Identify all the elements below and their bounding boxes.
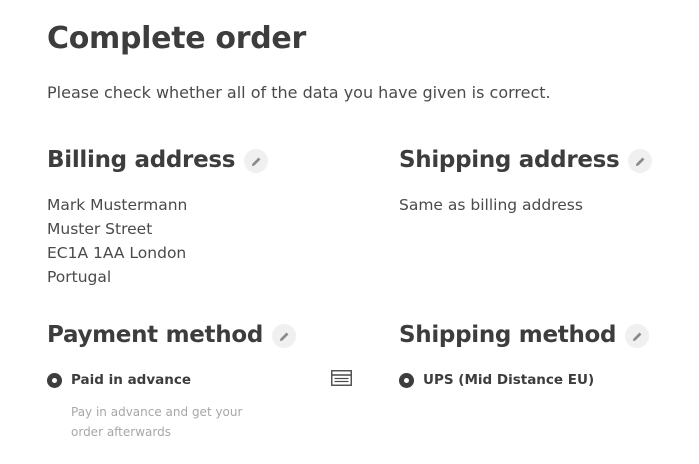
shipping-method-label: UPS (Mid Distance EU) xyxy=(423,372,595,388)
payment-radio[interactable] xyxy=(47,372,62,388)
shipping-method-option[interactable]: UPS (Mid Distance EU) xyxy=(399,372,649,388)
page-subtitle: Please check whether all of the data you… xyxy=(47,83,551,102)
edit-shipping-address-button[interactable] xyxy=(628,149,653,173)
billing-address-lines: Mark Mustermann Muster Street EC1A 1AA L… xyxy=(47,193,268,289)
page-title: Complete order xyxy=(47,21,306,56)
shipping-radio[interactable] xyxy=(399,372,414,388)
payment-method-section: Payment method Paid in advance Pay in ad… xyxy=(47,321,296,442)
shipping-address-same: Same as billing address xyxy=(399,196,583,214)
payment-method-label: Paid in advance xyxy=(71,372,192,388)
shipping-address-section: Shipping address Same as billing address xyxy=(399,146,653,217)
shipping-method-title: Shipping method xyxy=(399,321,617,348)
billing-country: Portugal xyxy=(47,268,112,286)
edit-shipping-method-button[interactable] xyxy=(625,324,650,348)
billing-postcode-city: EC1A 1AA London xyxy=(47,244,187,262)
pencil-icon xyxy=(251,157,261,166)
shipping-address-text: Same as billing address xyxy=(399,193,652,217)
edit-payment-method-button[interactable] xyxy=(272,324,296,348)
edit-billing-address-button[interactable] xyxy=(244,149,269,173)
payment-method-title: Payment method xyxy=(47,321,263,348)
invoice-card-icon xyxy=(331,370,352,386)
payment-method-description: Pay in advance and get your order afterw… xyxy=(71,405,243,439)
pencil-icon xyxy=(279,332,288,341)
payment-method-option[interactable]: Paid in advance xyxy=(47,372,296,388)
billing-address-title: Billing address xyxy=(47,146,236,173)
shipping-address-title: Shipping address xyxy=(399,146,620,173)
pencil-icon xyxy=(635,157,645,166)
pencil-icon xyxy=(632,332,642,341)
shipping-method-section: Shipping method UPS (Mid Distance EU) xyxy=(399,321,650,388)
billing-name: Mark Mustermann xyxy=(47,196,188,214)
billing-address-section: Billing address Mark Mustermann Muster S… xyxy=(47,146,269,289)
billing-street: Muster Street xyxy=(47,220,153,238)
